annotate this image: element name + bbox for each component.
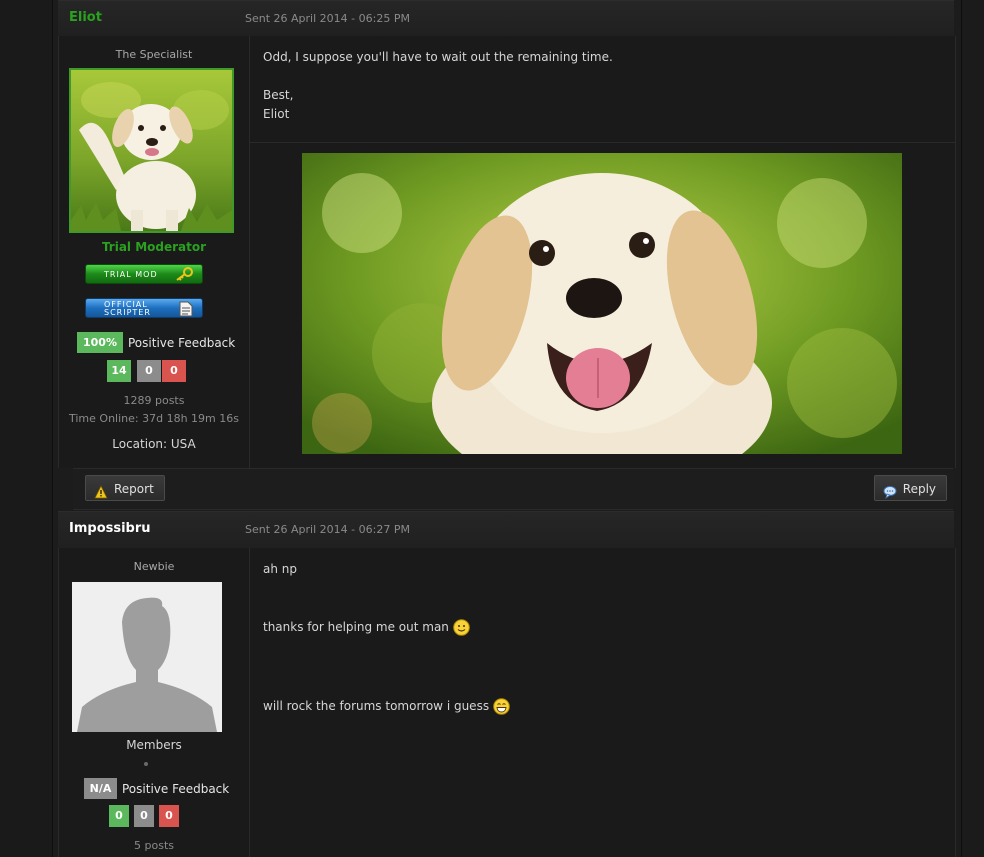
post-header: Impossibru Sent 26 April 2014 - 06:27 PM xyxy=(58,511,954,549)
post-content: ah np thanks for helping me out man will… xyxy=(250,548,955,857)
page-scrollbar[interactable] xyxy=(961,0,984,857)
post-header: Eliot Sent 26 April 2014 - 06:25 PM xyxy=(58,0,954,38)
post-content: Odd, I suppose you'll have to wait out t… xyxy=(250,36,955,468)
rep-negative: 0 xyxy=(162,360,186,382)
user-group: Members xyxy=(126,738,182,752)
rep-neutral: 0 xyxy=(134,805,154,827)
author-info: The Specialist Trial Moderator TRIAL MOD… xyxy=(59,36,250,468)
signature-divider xyxy=(250,142,955,143)
post-date: Sent 26 April 2014 - 06:27 PM xyxy=(245,523,410,536)
feedback-percentage: 100% xyxy=(77,332,123,353)
badge-label: OFFICIAL SCRIPTER xyxy=(104,300,151,317)
feedback-percentage: N/A xyxy=(84,778,117,799)
post-controls: Report Reply xyxy=(73,468,953,510)
post-author-link[interactable]: Eliot xyxy=(69,10,102,25)
page-margin-left xyxy=(0,0,53,857)
key-icon xyxy=(175,267,193,285)
rep-neutral: 0 xyxy=(137,360,161,382)
post-count: 1289 posts xyxy=(123,394,185,407)
grin-icon xyxy=(493,698,510,715)
badge-label: TRIAL MOD xyxy=(104,270,158,279)
rep-positive: 0 xyxy=(109,805,129,827)
topic-container: Eliot Sent 26 April 2014 - 06:25 PM The … xyxy=(53,0,961,857)
avatar[interactable] xyxy=(69,68,234,233)
message-line: will rock the forums tomorrow i guess xyxy=(263,678,510,716)
user-group: Trial Moderator xyxy=(101,240,207,254)
user-location: Location: USA xyxy=(112,437,196,451)
user-title: The Specialist xyxy=(115,48,193,61)
trial-mod-badge: TRIAL MOD xyxy=(85,264,203,284)
smiley-icon xyxy=(453,619,470,636)
report-label: Report xyxy=(114,482,154,496)
reply-button[interactable]: Reply xyxy=(873,475,947,501)
message-line: ah np xyxy=(263,562,297,576)
reply-label: Reply xyxy=(902,482,936,496)
rank-pip xyxy=(144,762,148,766)
document-icon xyxy=(179,301,193,321)
rep-positive: 14 xyxy=(107,360,131,382)
message-line: thanks for helping me out man xyxy=(263,599,470,637)
report-button[interactable]: Report xyxy=(85,475,165,501)
message-text: thanks for helping me out man xyxy=(263,620,449,634)
post-body: The Specialist Trial Moderator TRIAL MOD… xyxy=(58,36,956,468)
post-date: Sent 26 April 2014 - 06:25 PM xyxy=(245,12,410,25)
signature-image xyxy=(302,153,902,454)
speech-bubble-icon xyxy=(883,482,897,499)
user-title: Newbie xyxy=(133,560,175,573)
message-text: will rock the forums tomorrow i guess xyxy=(263,699,490,713)
author-info: Newbie Members N/A Positive Feedback 0 0… xyxy=(59,548,250,857)
avatar[interactable] xyxy=(72,582,222,732)
post-count: 5 posts xyxy=(134,839,174,852)
time-online: Time Online: 37d 18h 19m 16s xyxy=(69,412,239,425)
post-author-link[interactable]: Impossibru xyxy=(69,521,151,536)
rep-negative: 0 xyxy=(159,805,179,827)
post-message: Odd, I suppose you'll have to wait out t… xyxy=(263,50,613,121)
post-body: Newbie Members N/A Positive Feedback 0 0… xyxy=(58,548,956,857)
feedback-label[interactable]: Positive Feedback xyxy=(128,336,235,350)
feedback-label[interactable]: Positive Feedback xyxy=(122,782,229,796)
official-scripter-badge: OFFICIAL SCRIPTER xyxy=(85,298,203,318)
warning-icon xyxy=(94,482,108,499)
